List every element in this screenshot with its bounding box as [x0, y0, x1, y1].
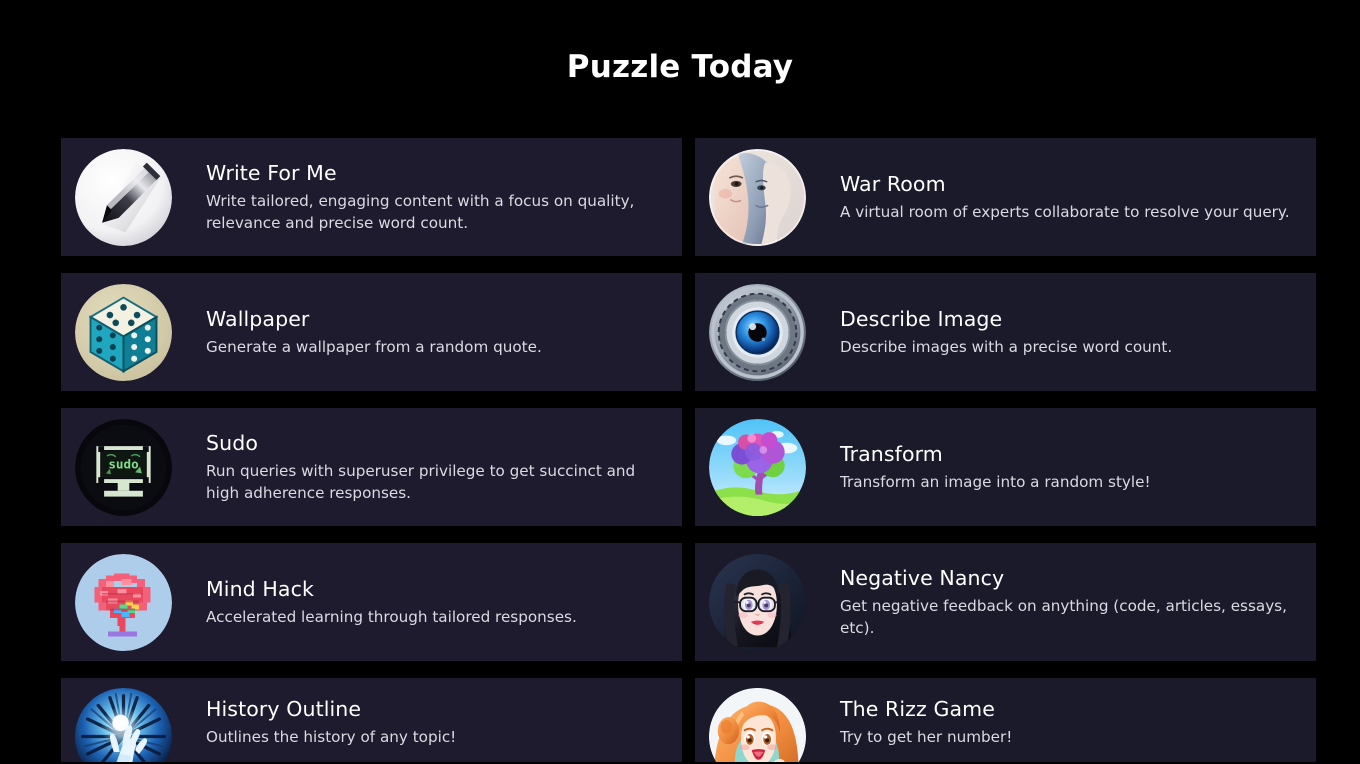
puzzle-card-describe-image[interactable]: Describe Image Describe images with a pr…: [695, 273, 1316, 391]
card-description: Outlines the history of any topic!: [206, 728, 457, 746]
puzzle-card-grid: Write For Me Write tailored, engaging co…: [61, 138, 1316, 762]
card-title: Mind Hack: [206, 577, 314, 601]
mechanical-eye-icon: [709, 283, 806, 381]
card-title: Sudo: [206, 431, 258, 455]
card-text: War Room A virtual room of experts colla…: [840, 171, 1306, 223]
card-title: Describe Image: [840, 307, 1003, 331]
card-text: Mind Hack Accelerated learning through t…: [206, 576, 672, 628]
card-title: War Room: [840, 172, 946, 196]
card-text: Wallpaper Generate a wallpaper from a ra…: [206, 306, 672, 358]
card-description: Try to get her number!: [840, 728, 1013, 746]
card-description: Accelerated learning through tailored re…: [206, 608, 577, 626]
puzzle-card-transform[interactable]: Transform Transform an image into a rand…: [695, 408, 1316, 526]
card-text: Negative Nancy Get negative feedback on …: [840, 565, 1306, 639]
card-text: History Outline Outlines the history of …: [206, 686, 672, 748]
card-description: Generate a wallpaper from a random quote…: [206, 338, 542, 356]
card-title: Write For Me: [206, 161, 337, 185]
card-text: Sudo Run queries with superuser privileg…: [206, 430, 672, 504]
card-text: The Rizz Game Try to get her number!: [840, 686, 1306, 748]
card-description: Get negative feedback on anything (code,…: [840, 597, 1287, 637]
card-text: Transform Transform an image into a rand…: [840, 441, 1306, 493]
anime-woman-glasses-icon: [709, 553, 806, 651]
puzzle-card-mind-hack[interactable]: Mind Hack Accelerated learning through t…: [61, 543, 682, 661]
card-title: Wallpaper: [206, 307, 310, 331]
pixel-brain-icon: [75, 553, 172, 651]
dice-cube-icon: [75, 283, 172, 381]
puzzle-card-negative-nancy[interactable]: Negative Nancy Get negative feedback on …: [695, 543, 1316, 661]
puzzle-card-the-rizz-game[interactable]: The Rizz Game Try to get her number!: [695, 678, 1316, 762]
glowing-hand-icon: [75, 688, 172, 762]
puzzle-card-write-for-me[interactable]: Write For Me Write tailored, engaging co…: [61, 138, 682, 256]
two-faces-profile-icon: [709, 148, 806, 246]
puzzle-card-war-room[interactable]: War Room A virtual room of experts colla…: [695, 138, 1316, 256]
puzzle-today-page: Puzzle Today Write For Me Write tailored…: [0, 0, 1360, 764]
pencil-on-paper-icon: [75, 148, 172, 246]
card-title: Transform: [840, 442, 943, 466]
puzzle-card-history-outline[interactable]: History Outline Outlines the history of …: [61, 678, 682, 762]
card-text: Write For Me Write tailored, engaging co…: [206, 160, 672, 234]
colorful-tree-icon: [709, 418, 806, 516]
page-title: Puzzle Today: [566, 49, 794, 85]
card-text: Describe Image Describe images with a pr…: [840, 306, 1306, 358]
puzzle-card-sudo[interactable]: sudo Sudo Run queries with superuser pri…: [61, 408, 682, 526]
card-description: Write tailored, engaging content with a …: [206, 192, 635, 232]
retro-monitor-icon: sudo: [75, 418, 172, 516]
svg-text:sudo: sudo: [108, 456, 138, 471]
card-title: The Rizz Game: [840, 697, 995, 721]
card-title: History Outline: [206, 697, 362, 721]
card-description: Describe images with a precise word coun…: [840, 338, 1173, 356]
puzzle-card-wallpaper[interactable]: Wallpaper Generate a wallpaper from a ra…: [61, 273, 682, 391]
card-title: Negative Nancy: [840, 566, 1005, 590]
anime-girl-orange-hair-icon: [709, 688, 806, 762]
card-description: Run queries with superuser privilege to …: [206, 462, 636, 502]
card-description: Transform an image into a random style!: [840, 473, 1151, 491]
card-description: A virtual room of experts collaborate to…: [840, 203, 1290, 221]
